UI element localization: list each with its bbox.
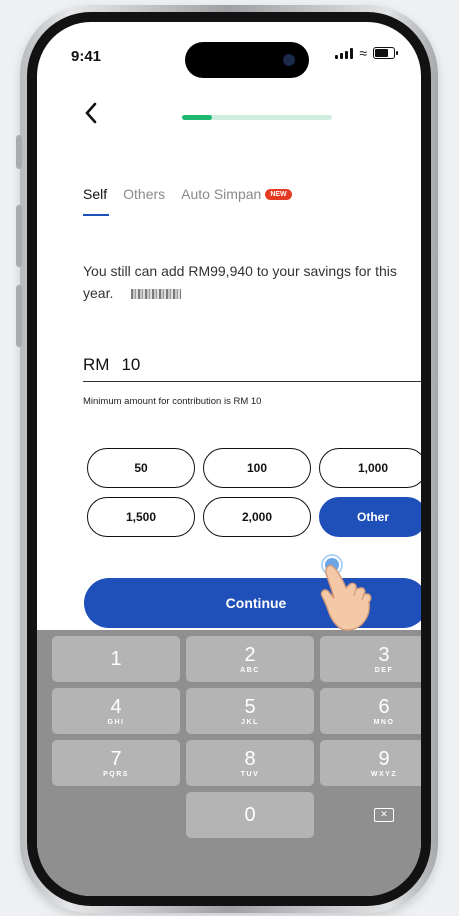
tab-auto-simpan[interactable]: Auto Simpan	[181, 186, 261, 202]
key-3[interactable]: 3 DEF	[320, 636, 421, 682]
savings-limit-text: You still can add RM99,940 to your savin…	[83, 260, 421, 304]
key-letters: TUV	[240, 770, 260, 778]
masked-value	[131, 289, 182, 300]
key-9[interactable]: 9 WXYZ	[320, 740, 421, 786]
chip-1000[interactable]: 1,000	[319, 448, 421, 488]
key-number: 4	[110, 695, 122, 718]
chip-other[interactable]: Other	[319, 497, 421, 537]
battery-icon	[373, 47, 398, 59]
backspace-icon: ✕	[374, 808, 394, 822]
back-button[interactable]	[81, 100, 105, 130]
key-number: 2	[244, 643, 256, 666]
progress-bar	[182, 115, 332, 120]
chip-1500[interactable]: 1,500	[87, 497, 195, 537]
key-4[interactable]: 4 GHI	[52, 688, 180, 734]
key-number: 7	[110, 747, 122, 770]
phone-frame: 9:41 ≈ Self Others Auto Simpan NEW You s…	[16, 5, 438, 913]
key-2[interactable]: 2 ABC	[186, 636, 314, 682]
chip-100[interactable]: 100	[203, 448, 311, 488]
key-number: 1	[110, 648, 122, 670]
key-6[interactable]: 6 MNO	[320, 688, 421, 734]
wifi-icon: ≈	[359, 45, 367, 61]
numeric-keypad: 1 2 ABC 3 DEF 4 GHI 5 JKL 6 MNO 7 PQRS 8 TUV 9W…	[37, 630, 421, 896]
key-letters: PQRS	[103, 770, 129, 778]
key-7[interactable]: 7 PQRS	[52, 740, 180, 786]
progress-fill	[182, 115, 212, 120]
key-8[interactable]: 8 TUV	[186, 740, 314, 786]
currency-label: RM	[83, 355, 110, 374]
key-number: 6	[378, 695, 390, 718]
key-number: 9	[378, 747, 390, 770]
key-letters: DEF	[374, 666, 394, 674]
delete-key[interactable]: ✕	[320, 792, 421, 838]
key-letters: WXYZ	[370, 770, 398, 778]
tab-others[interactable]: Others	[123, 186, 165, 202]
chevron-left-icon	[85, 102, 97, 124]
status-icons: ≈	[335, 45, 398, 61]
status-time: 9:41	[71, 48, 102, 65]
amount-chips: 50 100 1,000 1,500 2,000 Other	[87, 448, 421, 537]
key-letters: GHI	[107, 718, 125, 726]
key-number: 8	[244, 747, 256, 770]
screen: 9:41 ≈ Self Others Auto Simpan NEW You s…	[37, 22, 421, 896]
chip-2000[interactable]: 2,000	[203, 497, 311, 537]
amount-field[interactable]: RM	[83, 349, 421, 382]
key-5[interactable]: 5 JKL	[186, 688, 314, 734]
key-1[interactable]: 1	[52, 636, 180, 682]
amount-input[interactable]	[121, 355, 322, 375]
key-empty	[52, 792, 180, 838]
phone-bezel: 9:41 ≈ Self Others Auto Simpan NEW You s…	[27, 12, 431, 906]
action-button	[16, 135, 22, 169]
key-0[interactable]: 0	[186, 792, 314, 838]
dynamic-island	[185, 42, 309, 78]
signal-icon	[335, 47, 354, 59]
tab-bar: Self Others Auto Simpan NEW	[83, 186, 292, 216]
camera-icon	[283, 54, 295, 66]
savings-limit-message: You still can add RM99,940 to your savin…	[83, 263, 397, 301]
minimum-amount-hint: Minimum amount for contribution is RM 10	[83, 396, 262, 407]
new-badge: NEW	[265, 188, 292, 200]
chip-50[interactable]: 50	[87, 448, 195, 488]
key-letters: ABC	[240, 666, 260, 674]
volume-up-button	[16, 205, 22, 267]
key-number: 3	[378, 643, 390, 666]
hand-pointer-icon	[320, 554, 372, 631]
volume-down-button	[16, 285, 22, 347]
key-number: 0	[244, 804, 256, 826]
key-number: 5	[244, 695, 256, 718]
tab-self[interactable]: Self	[83, 186, 110, 216]
key-letters: MNO	[373, 718, 395, 726]
key-letters: JKL	[241, 718, 259, 726]
